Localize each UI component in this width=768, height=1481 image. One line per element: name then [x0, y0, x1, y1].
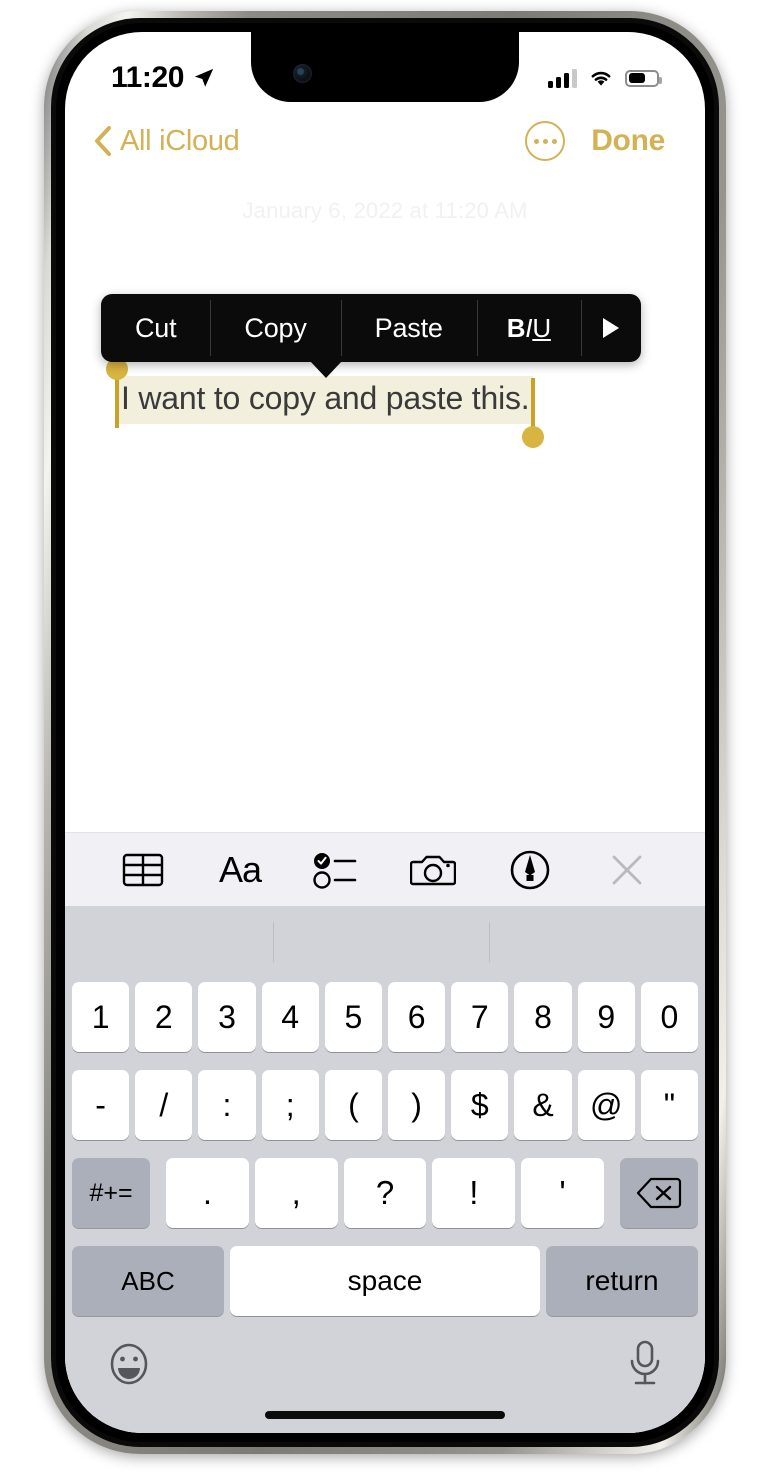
selected-text-block[interactable]: I want to copy and paste this. [106, 358, 545, 448]
keyboard-row-numbers: 1 2 3 4 5 6 7 8 9 0 [65, 982, 705, 1052]
status-time-group: 11:20 [111, 61, 215, 95]
backspace-icon[interactable] [619, 1158, 698, 1228]
phone-inner-frame: 11:20 All iCloud Done January 6, 2022 at… [51, 18, 719, 1447]
location-arrow-icon [194, 68, 214, 87]
key-8[interactable]: 8 [514, 982, 572, 1052]
key-3[interactable]: 3 [198, 982, 256, 1052]
back-button-label: All iCloud [120, 124, 240, 157]
done-button[interactable]: Done [591, 124, 665, 158]
text-selection-context-menu: Cut Copy Paste BIU [101, 294, 641, 378]
key-dollar[interactable]: $ [451, 1070, 509, 1140]
key-0[interactable]: 0 [640, 982, 699, 1052]
emoji-smiley-icon[interactable] [105, 1340, 153, 1393]
notes-format-toolbar: Aa [65, 832, 705, 906]
navigation-bar: All iCloud Done [65, 106, 705, 176]
wifi-icon [591, 71, 611, 86]
status-indicators [548, 68, 662, 88]
key-6[interactable]: 6 [388, 982, 446, 1052]
cellular-signal-icon [548, 68, 577, 88]
home-indicator[interactable] [265, 1411, 505, 1419]
key-4[interactable]: 4 [261, 982, 319, 1052]
key-period[interactable]: . [166, 1158, 249, 1228]
keyboard-row-symbols: - / : ; ( ) $ & @ " [65, 1070, 705, 1140]
key-apostrophe[interactable]: ' [521, 1158, 604, 1228]
phone-bezel: 11:20 All iCloud Done January 6, 2022 at… [56, 23, 714, 1442]
format-aa-icon[interactable]: Aa [210, 842, 270, 898]
context-menu-caret [310, 361, 342, 378]
checklist-icon[interactable] [307, 842, 367, 898]
key-5[interactable]: 5 [324, 982, 382, 1052]
key-7[interactable]: 7 [451, 982, 509, 1052]
key-ampersand[interactable]: & [514, 1070, 572, 1140]
format-italic-label: I [525, 312, 533, 343]
status-time: 11:20 [111, 61, 185, 94]
key-1[interactable]: 1 [71, 982, 130, 1052]
selection-handle-end[interactable] [522, 378, 545, 448]
context-menu-next-button[interactable] [580, 294, 641, 362]
close-icon[interactable] [597, 842, 657, 898]
table-icon[interactable] [113, 842, 173, 898]
context-menu-item-cut[interactable]: Cut [101, 294, 210, 362]
keyboard-bottom-bar [65, 1316, 705, 1402]
key-at[interactable]: @ [577, 1070, 635, 1140]
triangle-right-icon [602, 318, 619, 338]
back-button[interactable]: All iCloud [93, 125, 240, 158]
key-hyphen[interactable]: - [71, 1070, 130, 1140]
key-exclamation[interactable]: ! [432, 1158, 516, 1228]
key-semicolon[interactable]: ; [261, 1070, 319, 1140]
keyboard-row-bottom: ABC space return [65, 1246, 705, 1316]
key-paren-close[interactable]: ) [388, 1070, 446, 1140]
onscreen-keyboard: 1 2 3 4 5 6 7 8 9 0 - / : ; () $ & @ " … [65, 906, 705, 1433]
context-menu-item-paste[interactable]: Paste [340, 294, 477, 362]
key-return[interactable]: return [546, 1246, 698, 1316]
key-comma[interactable]: , [254, 1158, 338, 1228]
phone-frame: 11:20 All iCloud Done January 6, 2022 at… [44, 11, 726, 1454]
key-quote[interactable]: " [640, 1070, 699, 1140]
key-colon[interactable]: : [198, 1070, 256, 1140]
key-abc[interactable]: ABC [72, 1246, 224, 1316]
camera-icon[interactable] [403, 842, 463, 898]
key-symbols-shift[interactable]: #+= [72, 1158, 150, 1228]
phone-screen: 11:20 All iCloud Done January 6, 2022 at… [65, 32, 705, 1433]
key-space[interactable]: space [230, 1246, 540, 1316]
battery-icon [625, 69, 662, 87]
key-slash[interactable]: / [135, 1070, 193, 1140]
context-menu-item-copy[interactable]: Copy [210, 294, 340, 362]
key-2[interactable]: 2 [135, 982, 193, 1052]
more-ellipsis-circle-icon[interactable] [525, 121, 566, 161]
markup-pen-icon[interactable] [500, 842, 560, 898]
selection-handle-start[interactable] [106, 358, 128, 428]
screenshot-stage: 11:20 All iCloud Done January 6, 2022 at… [0, 0, 768, 1481]
status-bar: 11:20 [65, 32, 705, 106]
nav-right-group: Done [525, 121, 665, 161]
note-body-text: I want to copy and paste this. [121, 380, 530, 416]
context-menu-item-format[interactable]: BIU [476, 294, 581, 362]
key-question[interactable]: ? [343, 1158, 427, 1228]
format-bold-label: B [506, 312, 526, 343]
format-underline-label: U [532, 312, 551, 343]
predictive-text-bar[interactable] [65, 906, 705, 978]
note-date-label: January 6, 2022 at 11:20 AM [242, 198, 528, 223]
key-paren-open[interactable]: ( [324, 1070, 382, 1140]
chevron-left-icon [95, 126, 111, 156]
keyboard-row-punctuation: #+= . , ? ! ' [65, 1158, 705, 1228]
key-9[interactable]: 9 [577, 982, 635, 1052]
microphone-icon[interactable] [625, 1339, 665, 1394]
